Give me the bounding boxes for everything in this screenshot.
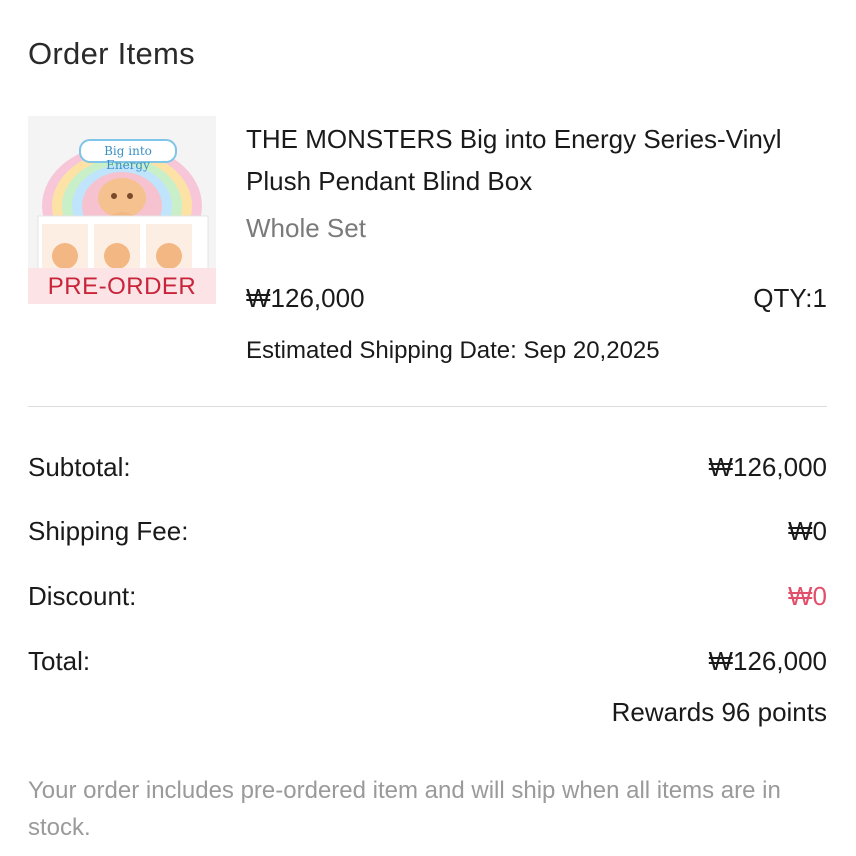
total-value: ₩126,000 bbox=[708, 646, 827, 676]
logo-text: Big into Energy bbox=[104, 144, 152, 172]
product-quantity: QTY:1 bbox=[753, 283, 827, 313]
section-title: Order Items bbox=[28, 36, 195, 71]
order-items-page: Order Items Big into Energy PRE-ORDER TH… bbox=[0, 0, 856, 856]
shipping-fee-value: ₩0 bbox=[788, 516, 827, 546]
total-label: Total: bbox=[28, 646, 91, 676]
preorder-badge: PRE-ORDER bbox=[28, 268, 216, 304]
divider bbox=[28, 406, 827, 407]
preorder-note: Your order includes pre-ordered item and… bbox=[28, 777, 781, 841]
product-name[interactable]: THE MONSTERS Big into Energy Series-Viny… bbox=[246, 118, 826, 202]
product-price: ₩126,000 bbox=[246, 283, 365, 313]
rewards-points: Rewards 96 points bbox=[611, 697, 827, 727]
product-variant: Whole Set bbox=[246, 213, 366, 243]
discount-value: ₩0 bbox=[788, 581, 827, 611]
estimated-shipping-date: Estimated Shipping Date: Sep 20,2025 bbox=[246, 337, 660, 364]
shipping-fee-label: Shipping Fee: bbox=[28, 516, 189, 546]
discount-label: Discount: bbox=[28, 581, 137, 611]
subtotal-label: Subtotal: bbox=[28, 452, 131, 482]
subtotal-value: ₩126,000 bbox=[708, 452, 827, 482]
